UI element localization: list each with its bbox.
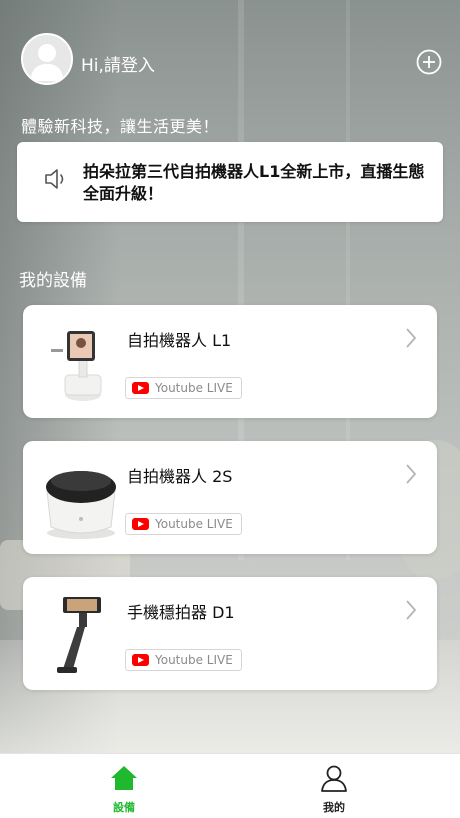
announcement-text: 拍朵拉第三代自拍機器人L1全新上市，直播生態全面升級！	[83, 162, 425, 203]
speaker-icon	[45, 169, 64, 189]
tab-devices[interactable]: 設備	[84, 760, 164, 815]
device-name: 自拍機器人 2S	[127, 467, 233, 486]
youtube-live-badge[interactable]: Youtube LIVE	[125, 649, 242, 671]
device-card-d1[interactable]: 手機穩拍器 D1 Youtube LIVE	[23, 577, 437, 690]
tab-label: 設備	[113, 801, 135, 814]
add-device-button[interactable]	[416, 49, 442, 75]
add-icon	[416, 49, 442, 75]
avatar-icon	[30, 44, 64, 81]
chevron-right-icon	[406, 328, 417, 348]
tagline: 體驗新科技，讓生活更美！	[21, 117, 220, 136]
person-icon	[321, 765, 347, 792]
avatar[interactable]	[21, 33, 73, 85]
tab-label: 我的	[323, 801, 345, 814]
youtube-icon	[132, 518, 149, 530]
device-name: 手機穩拍器 D1	[127, 603, 235, 622]
badge-label: Youtube LIVE	[155, 381, 233, 395]
device-card-2s[interactable]: 自拍機器人 2S Youtube LIVE	[23, 441, 437, 554]
login-greeting[interactable]: Hi,請登入	[81, 51, 155, 76]
device-card-l1[interactable]: 自拍機器人 L1 Youtube LIVE	[23, 305, 437, 418]
device-name: 自拍機器人 L1	[127, 331, 232, 350]
announcement-banner[interactable]: 拍朵拉第三代自拍機器人L1全新上市，直播生態全面升級！	[17, 142, 443, 222]
device-image-l1	[51, 331, 102, 401]
badge-label: Youtube LIVE	[155, 517, 233, 531]
youtube-icon	[132, 654, 149, 666]
youtube-live-badge[interactable]: Youtube LIVE	[125, 377, 242, 399]
chevron-right-icon	[406, 464, 417, 484]
youtube-live-badge[interactable]: Youtube LIVE	[125, 513, 242, 535]
home-icon	[111, 766, 137, 790]
device-image-d1	[57, 597, 101, 673]
badge-label: Youtube LIVE	[155, 653, 233, 667]
tab-mine[interactable]: 我的	[294, 760, 374, 815]
section-title-my-devices: 我的設備	[19, 271, 87, 291]
device-image-2s	[46, 471, 116, 539]
chevron-right-icon	[406, 600, 417, 620]
bottom-tab-bar: 設備 我的	[0, 753, 460, 818]
youtube-icon	[132, 382, 149, 394]
